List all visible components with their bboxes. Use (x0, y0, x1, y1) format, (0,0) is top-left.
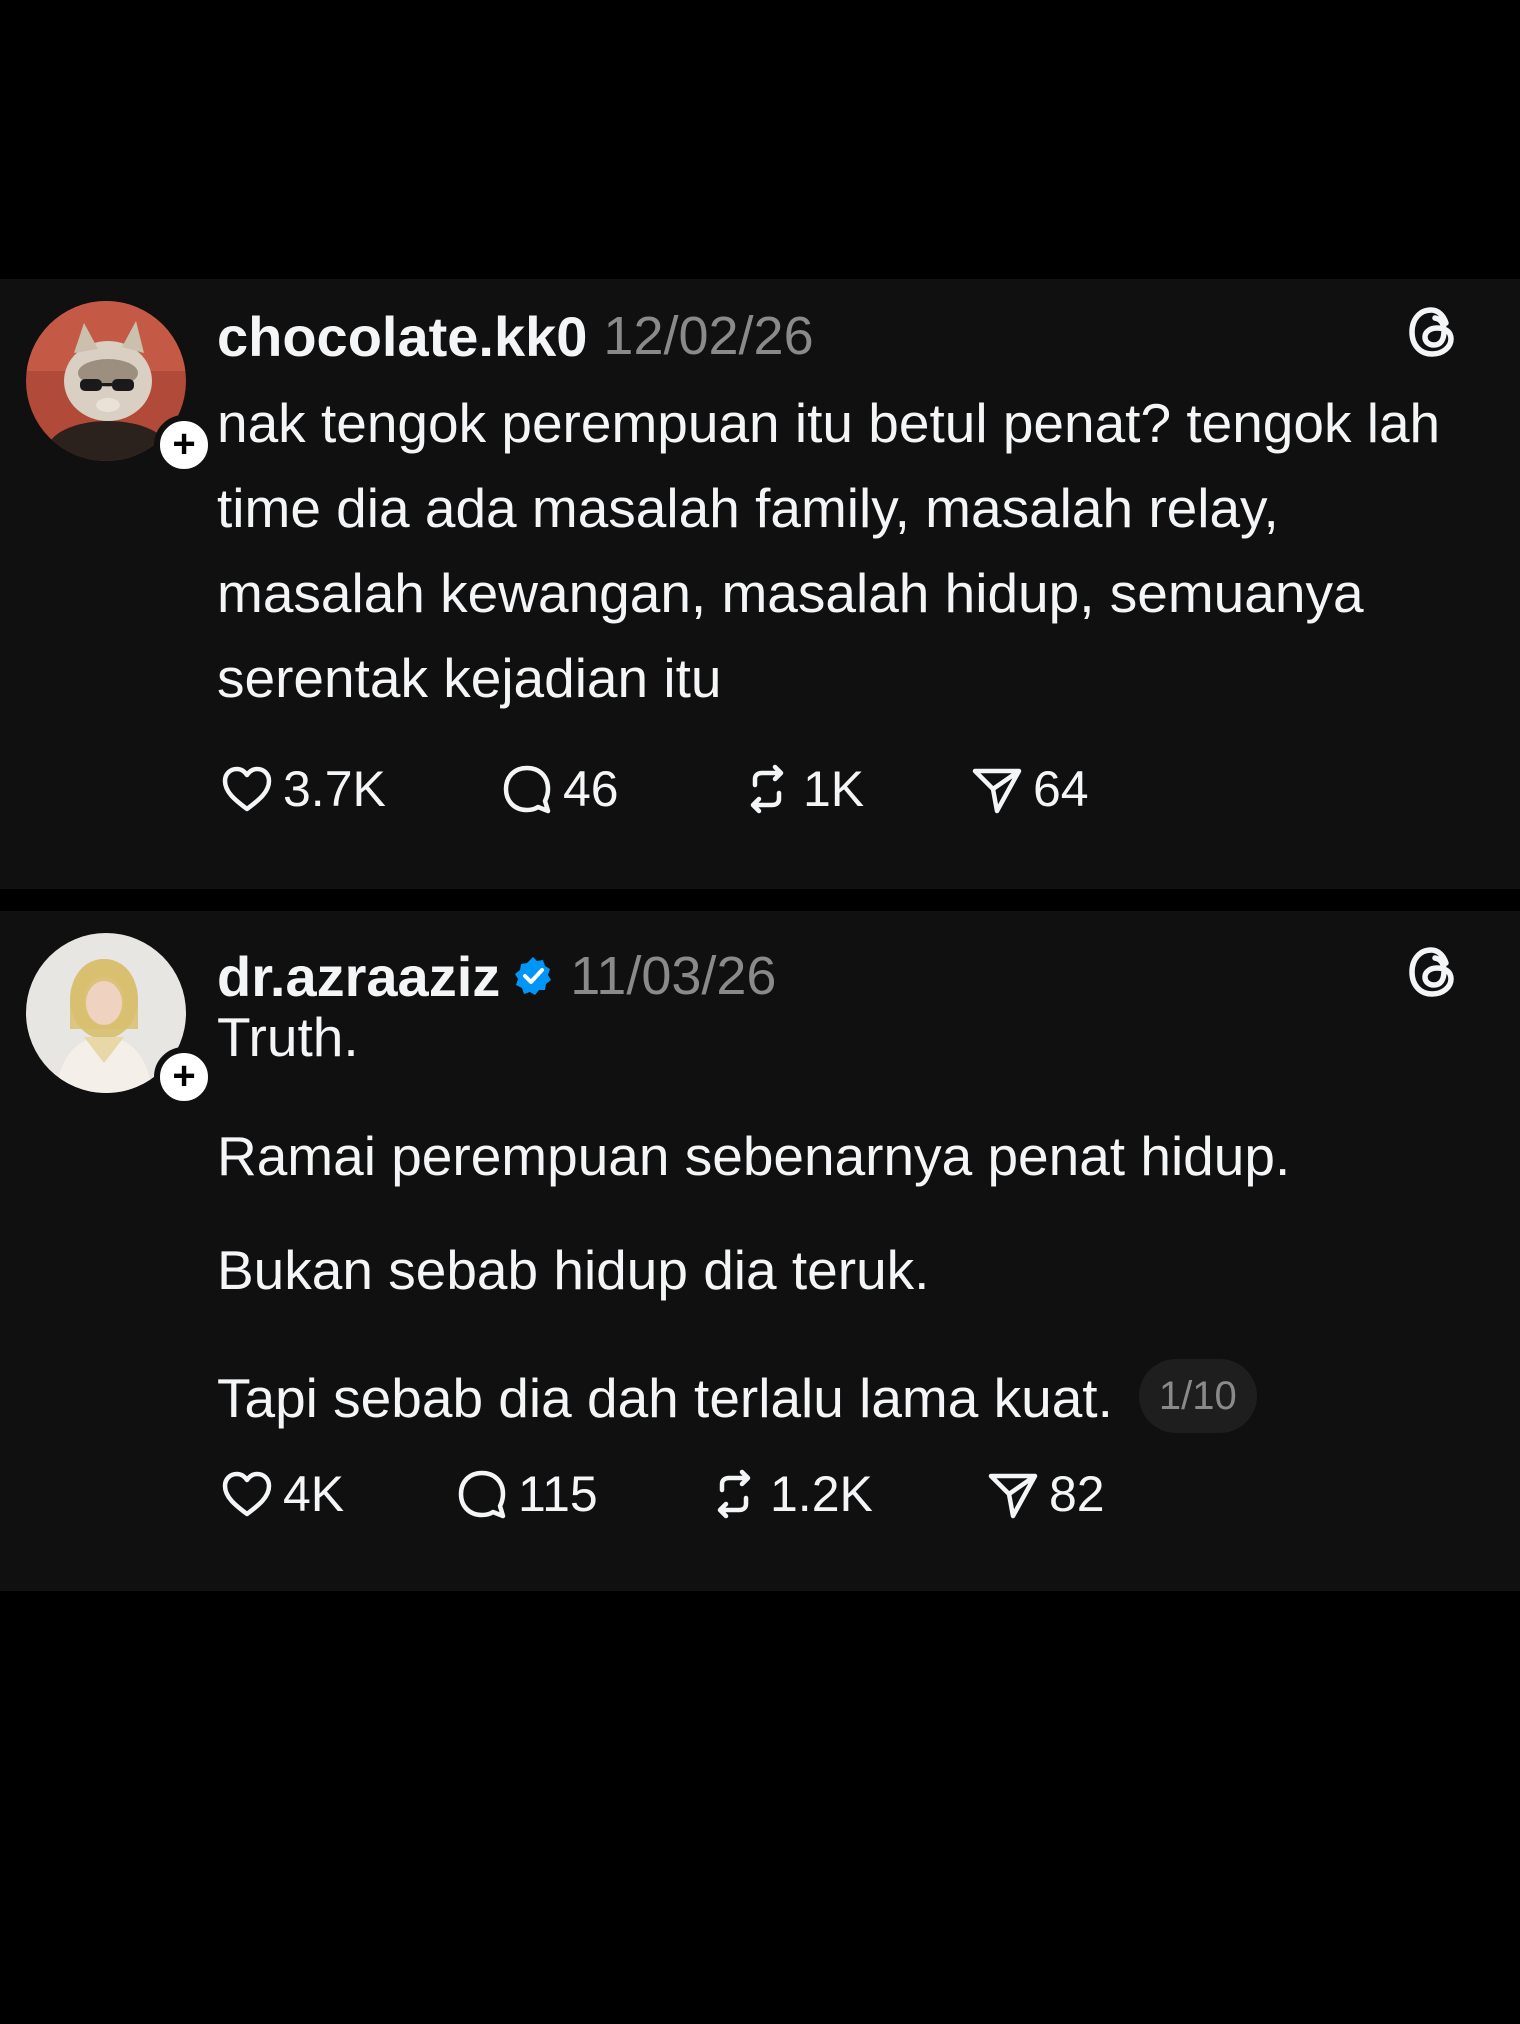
follow-plus-button[interactable]: + (154, 415, 214, 475)
repost-button[interactable]: 1K (737, 757, 864, 821)
share-button[interactable]: 82 (983, 1462, 1105, 1526)
comment-icon (458, 1470, 506, 1519)
thread-post[interactable]: + chocolate.kk0 12/02/26 nak tengok pere… (0, 279, 1520, 889)
share-button[interactable]: 64 (967, 757, 1089, 821)
post-paragraph-last: Tapi sebab dia dah terlalu lama kuat. 1/1… (217, 1359, 1257, 1439)
post-date: 12/02/26 (603, 306, 814, 366)
post-header: dr.azraaziz 11/03/26 (217, 941, 776, 1011)
share-count: 82 (1049, 1466, 1105, 1522)
post-date: 11/03/26 (570, 946, 777, 1006)
reply-button[interactable]: 115 (452, 1462, 598, 1526)
post-text: nak tengok perempuan itu betul penat? te… (217, 392, 1441, 709)
like-count: 3.7K (283, 761, 386, 817)
repost-icon (750, 764, 784, 814)
repost-count: 1K (803, 761, 865, 817)
share-icon (988, 1473, 1038, 1519)
repost-icon (717, 1469, 751, 1519)
reply-button[interactable]: 46 (497, 757, 619, 821)
username[interactable]: dr.azraaziz (217, 944, 500, 1009)
share-count: 64 (1033, 761, 1089, 817)
repost-button[interactable]: 1.2K (704, 1462, 873, 1526)
share-icon (972, 768, 1022, 814)
comment-icon (503, 765, 551, 814)
page-indicator[interactable]: 1/10 (1138, 1359, 1257, 1434)
avatar-container[interactable]: + (26, 933, 214, 1107)
threads-logo-icon[interactable] (1402, 941, 1464, 1003)
reply-count: 46 (563, 761, 619, 817)
post-divider (0, 889, 1520, 911)
heart-icon (222, 766, 272, 812)
post-paragraph: Truth. (217, 1006, 359, 1068)
post-paragraph-text: Tapi sebab dia dah terlalu lama kuat. (217, 1367, 1113, 1429)
thread-feed: + chocolate.kk0 12/02/26 nak tengok pere… (0, 279, 1520, 1591)
follow-plus-button[interactable]: + (154, 1047, 214, 1107)
post-paragraph: Ramai perempuan sebenarnya penat hidup. (217, 1125, 1291, 1187)
like-button[interactable]: 3.7K (217, 757, 386, 821)
avatar-container[interactable]: + (26, 301, 214, 475)
heart-icon (222, 1471, 272, 1517)
repost-count: 1.2K (770, 1466, 873, 1522)
thread-post[interactable]: + dr.azraaziz 11/03/26 Truth. Ramai pere… (0, 911, 1520, 1591)
reply-count: 115 (518, 1466, 598, 1522)
post-header: chocolate.kk0 12/02/26 (217, 301, 814, 371)
verified-badge-icon (515, 957, 552, 995)
like-count: 4K (283, 1466, 345, 1522)
username[interactable]: chocolate.kk0 (217, 304, 587, 369)
like-button[interactable]: 4K (217, 1462, 344, 1526)
threads-logo-icon[interactable] (1402, 301, 1464, 363)
post-paragraph: Bukan sebab hidup dia teruk. (217, 1239, 930, 1301)
